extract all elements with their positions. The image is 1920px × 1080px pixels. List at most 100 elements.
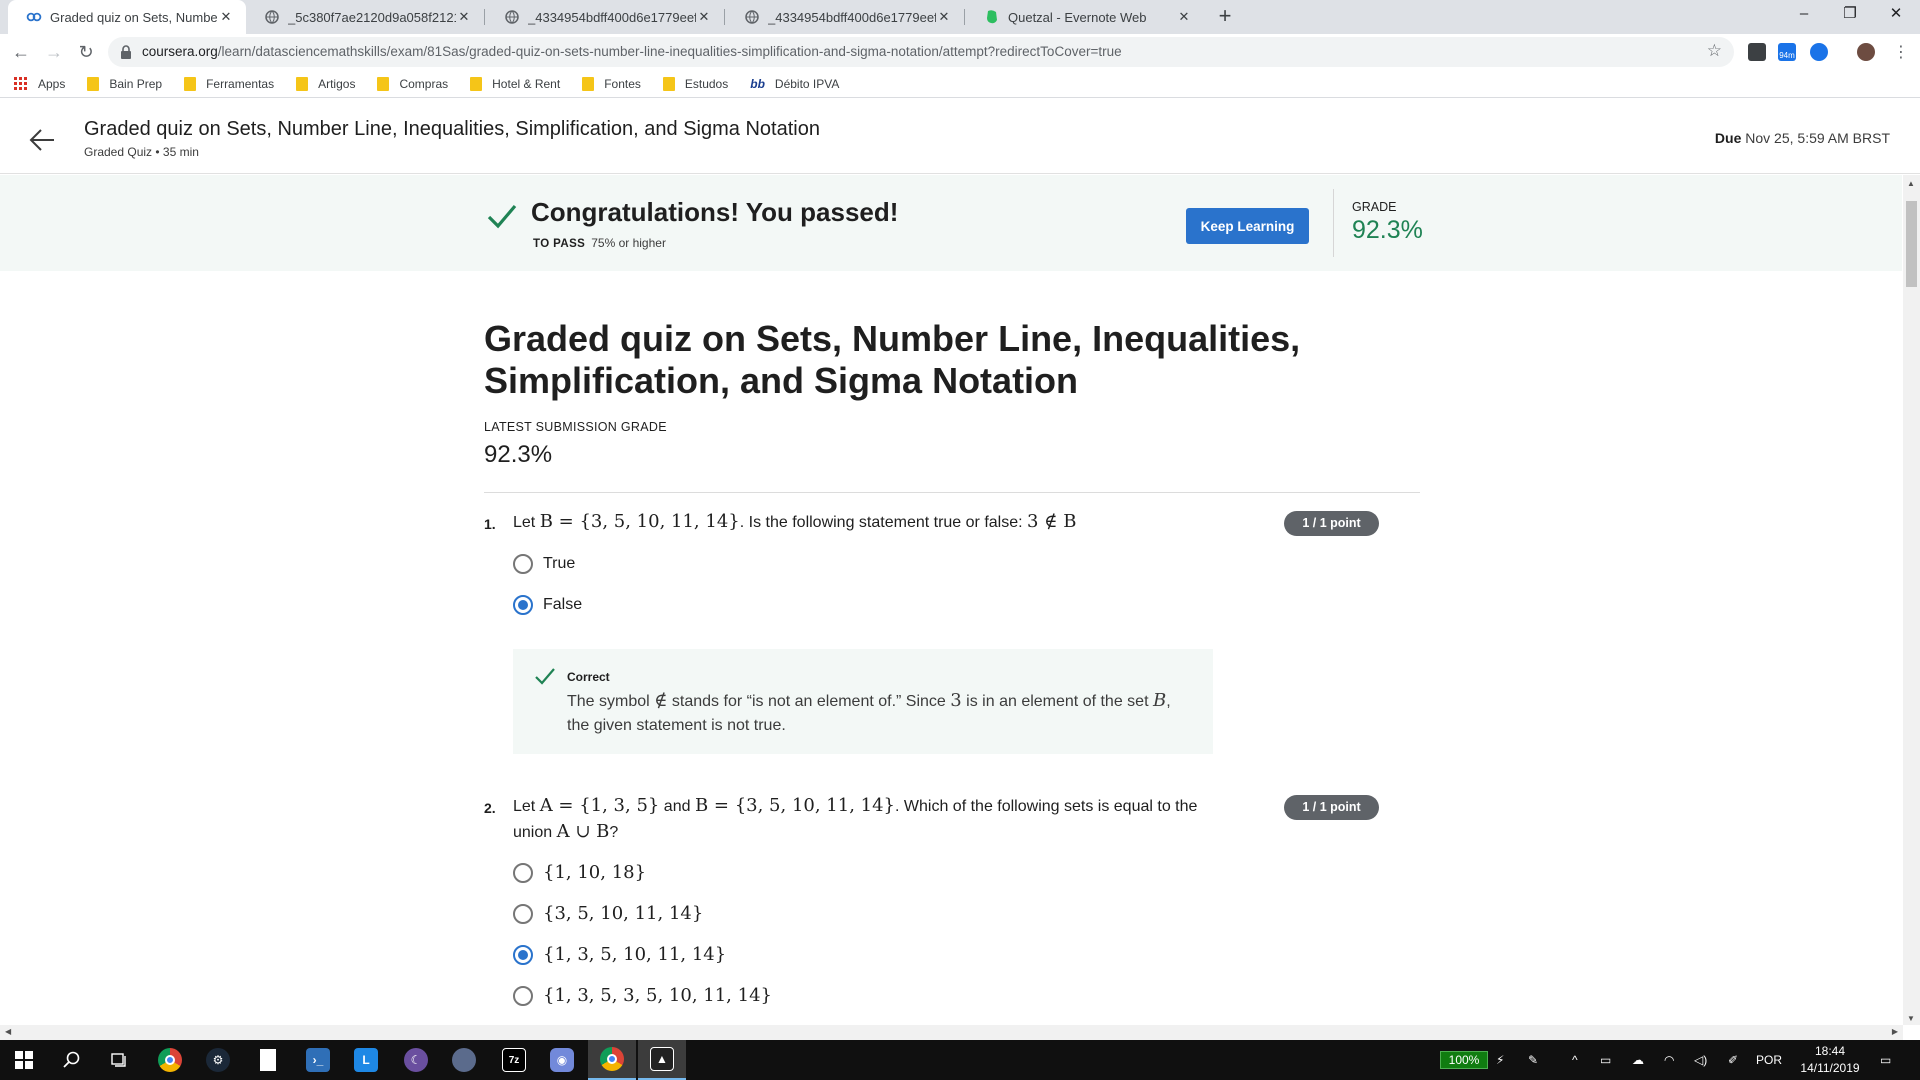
feedback-text: The symbol ∉ stands for “is not an eleme… xyxy=(567,690,1171,734)
bookmark-estudos[interactable]: Estudos xyxy=(662,76,728,91)
l-app-icon[interactable]: L xyxy=(342,1040,390,1080)
scrollbar-thumb[interactable] xyxy=(1906,201,1917,287)
new-tab-button[interactable]: + xyxy=(1212,4,1238,30)
tab-2[interactable]: _5c380f7ae2120d9a058f2121ca1 ✕ xyxy=(246,0,484,34)
extension-circle-icon[interactable] xyxy=(1810,43,1828,61)
tab-title: _4334954bdff400d6e1779eef836 xyxy=(528,9,696,25)
tab-title: _4334954bdff400d6e1779eef836 xyxy=(768,9,936,25)
address-bar[interactable]: coursera.org/learn/datasciencemathskills… xyxy=(108,37,1734,67)
forward-button[interactable]: → xyxy=(42,40,66,64)
windows-start-icon[interactable] xyxy=(0,1040,48,1080)
option-4[interactable]: {1, 3, 5, 3, 5, 10, 11, 14} xyxy=(513,985,772,1006)
option-2[interactable]: {3, 5, 10, 11, 14} xyxy=(513,903,703,924)
profile-avatar[interactable] xyxy=(1857,43,1875,61)
close-icon[interactable]: ✕ xyxy=(218,9,234,25)
chrome-active-icon[interactable] xyxy=(588,1040,636,1080)
radio-button[interactable] xyxy=(513,554,533,574)
tab-title: _5c380f7ae2120d9a058f2121ca1 xyxy=(288,9,456,25)
pen-workspace-icon[interactable]: ✐ xyxy=(1728,1040,1738,1080)
file-icon[interactable] xyxy=(244,1040,292,1080)
chevron-up-icon[interactable]: ^ xyxy=(1572,1040,1578,1080)
pen-icon[interactable]: ✎ xyxy=(1528,1040,1538,1080)
latest-submission-label: LATEST SUBMISSION GRADE xyxy=(484,420,667,434)
divider xyxy=(1333,189,1334,257)
folder-icon xyxy=(377,76,390,91)
page-subtitle: Graded Quiz • 35 min xyxy=(84,145,199,159)
scroll-up-icon[interactable]: ▲ xyxy=(1907,179,1915,188)
tab-coursera-quiz[interactable]: Graded quiz on Sets, Number Lin ✕ xyxy=(8,0,246,34)
clock[interactable]: 18:44 14/11/2019 xyxy=(1790,1043,1870,1077)
battery-indicator[interactable]: 100% xyxy=(1440,1051,1488,1069)
photos-icon[interactable]: ▲ xyxy=(638,1040,686,1080)
chrome-icon[interactable] xyxy=(146,1040,194,1080)
bookmark-apps[interactable]: Apps xyxy=(14,76,65,91)
menu-kebab-icon[interactable]: ⋮ xyxy=(1893,42,1909,62)
page-title: Graded quiz on Sets, Number Line, Inequa… xyxy=(84,118,820,140)
tab-4[interactable]: _4334954bdff400d6e1779eef836 ✕ xyxy=(726,0,964,34)
radio-button-selected[interactable] xyxy=(513,595,533,615)
cloud-icon[interactable]: ☁ xyxy=(1632,1040,1644,1080)
scroll-right-icon[interactable]: ▶ xyxy=(1892,1027,1898,1036)
back-button[interactable]: ← xyxy=(9,40,33,64)
coursera-icon xyxy=(26,9,42,25)
notification-icon[interactable]: ▭ xyxy=(1880,1040,1891,1080)
page-header: Graded quiz on Sets, Number Line, Inequa… xyxy=(0,102,1920,174)
lock-icon xyxy=(120,45,132,59)
radio-button[interactable] xyxy=(513,862,533,883)
close-icon[interactable]: ✕ xyxy=(936,9,952,25)
close-icon[interactable]: ✕ xyxy=(1176,9,1192,25)
7zip-icon[interactable]: 7z xyxy=(490,1040,538,1080)
tab-title: Quetzal - Evernote Web xyxy=(1008,9,1147,25)
option-3[interactable]: {1, 3, 5, 10, 11, 14} xyxy=(513,944,726,965)
powershell-icon[interactable]: ›_ xyxy=(294,1040,342,1080)
bookmark-ferramentas[interactable]: Ferramentas xyxy=(184,76,274,91)
option-1[interactable]: {1, 10, 18} xyxy=(513,862,646,883)
language-indicator[interactable]: POR xyxy=(1756,1040,1782,1080)
discord-icon[interactable]: ◉ xyxy=(538,1040,586,1080)
bookmark-bain-prep[interactable]: Bain Prep xyxy=(87,76,162,91)
option-true[interactable]: True xyxy=(513,554,575,574)
eclipse-icon[interactable]: ☾ xyxy=(392,1040,440,1080)
game-icon[interactable] xyxy=(440,1040,488,1080)
option-false[interactable]: False xyxy=(513,595,582,615)
bookmark-artigos[interactable]: Artigos xyxy=(296,76,355,91)
radio-button[interactable] xyxy=(513,903,533,924)
bookmark-fontes[interactable]: Fontes xyxy=(582,76,641,91)
bookmarks-bar: Apps Bain Prep Ferramentas Artigos Compr… xyxy=(0,70,1920,98)
extension-shield-icon[interactable] xyxy=(1748,43,1766,61)
restore-button[interactable]: ❐ xyxy=(1827,0,1873,30)
back-arrow-icon[interactable] xyxy=(28,126,56,154)
tab-evernote[interactable]: Quetzal - Evernote Web ✕ xyxy=(966,0,1204,34)
plug-icon[interactable]: ⚡ xyxy=(1496,1040,1504,1080)
close-window-button[interactable]: ✕ xyxy=(1873,0,1919,30)
volume-icon[interactable]: ◁) xyxy=(1694,1040,1707,1080)
question-text: Let B = {3, 5, 10, 11, 14}. Is the follo… xyxy=(513,511,1077,532)
steam-icon[interactable]: ⚙ xyxy=(194,1040,242,1080)
bookmark-debito-ipva[interactable]: bb Débito IPVA xyxy=(750,77,839,91)
bookmark-hotel-rent[interactable]: Hotel & Rent xyxy=(470,76,560,91)
wifi-icon[interactable]: ◠ xyxy=(1664,1040,1674,1080)
radio-button[interactable] xyxy=(513,985,533,1006)
bookmark-compras[interactable]: Compras xyxy=(377,76,448,91)
tab-3[interactable]: _4334954bdff400d6e1779eef836 ✕ xyxy=(486,0,724,34)
scroll-left-icon[interactable]: ◀ xyxy=(5,1027,11,1036)
minimize-button[interactable]: – xyxy=(1781,0,1827,30)
close-icon[interactable]: ✕ xyxy=(456,9,472,25)
vertical-scrollbar[interactable]: ▲ ▼ xyxy=(1903,175,1920,1025)
radio-button-selected[interactable] xyxy=(513,944,533,965)
quiz-title: Graded quiz on Sets, Number Line, Inequa… xyxy=(484,318,1301,401)
reload-button[interactable]: ↻ xyxy=(74,40,98,64)
horizontal-scrollbar[interactable]: ◀ ▶ xyxy=(0,1025,1903,1040)
extension-timer-icon[interactable]: 94m xyxy=(1778,43,1796,61)
scroll-down-icon[interactable]: ▼ xyxy=(1907,1014,1915,1023)
close-icon[interactable]: ✕ xyxy=(696,9,712,25)
points-badge: 1 / 1 point xyxy=(1284,511,1379,536)
search-icon[interactable] xyxy=(48,1040,96,1080)
battery-icon[interactable]: ▭ xyxy=(1600,1040,1611,1080)
latest-submission-grade: 92.3% xyxy=(484,441,553,468)
keep-learning-button[interactable]: Keep Learning xyxy=(1186,208,1309,244)
question-text: Let A = {1, 3, 5} and B = {3, 5, 10, 11,… xyxy=(513,795,1198,842)
bookmark-star-icon[interactable]: ☆ xyxy=(1707,41,1722,61)
task-view-icon[interactable] xyxy=(96,1040,144,1080)
due-date: Due Nov 25, 5:59 AM BRST xyxy=(1714,130,1890,146)
